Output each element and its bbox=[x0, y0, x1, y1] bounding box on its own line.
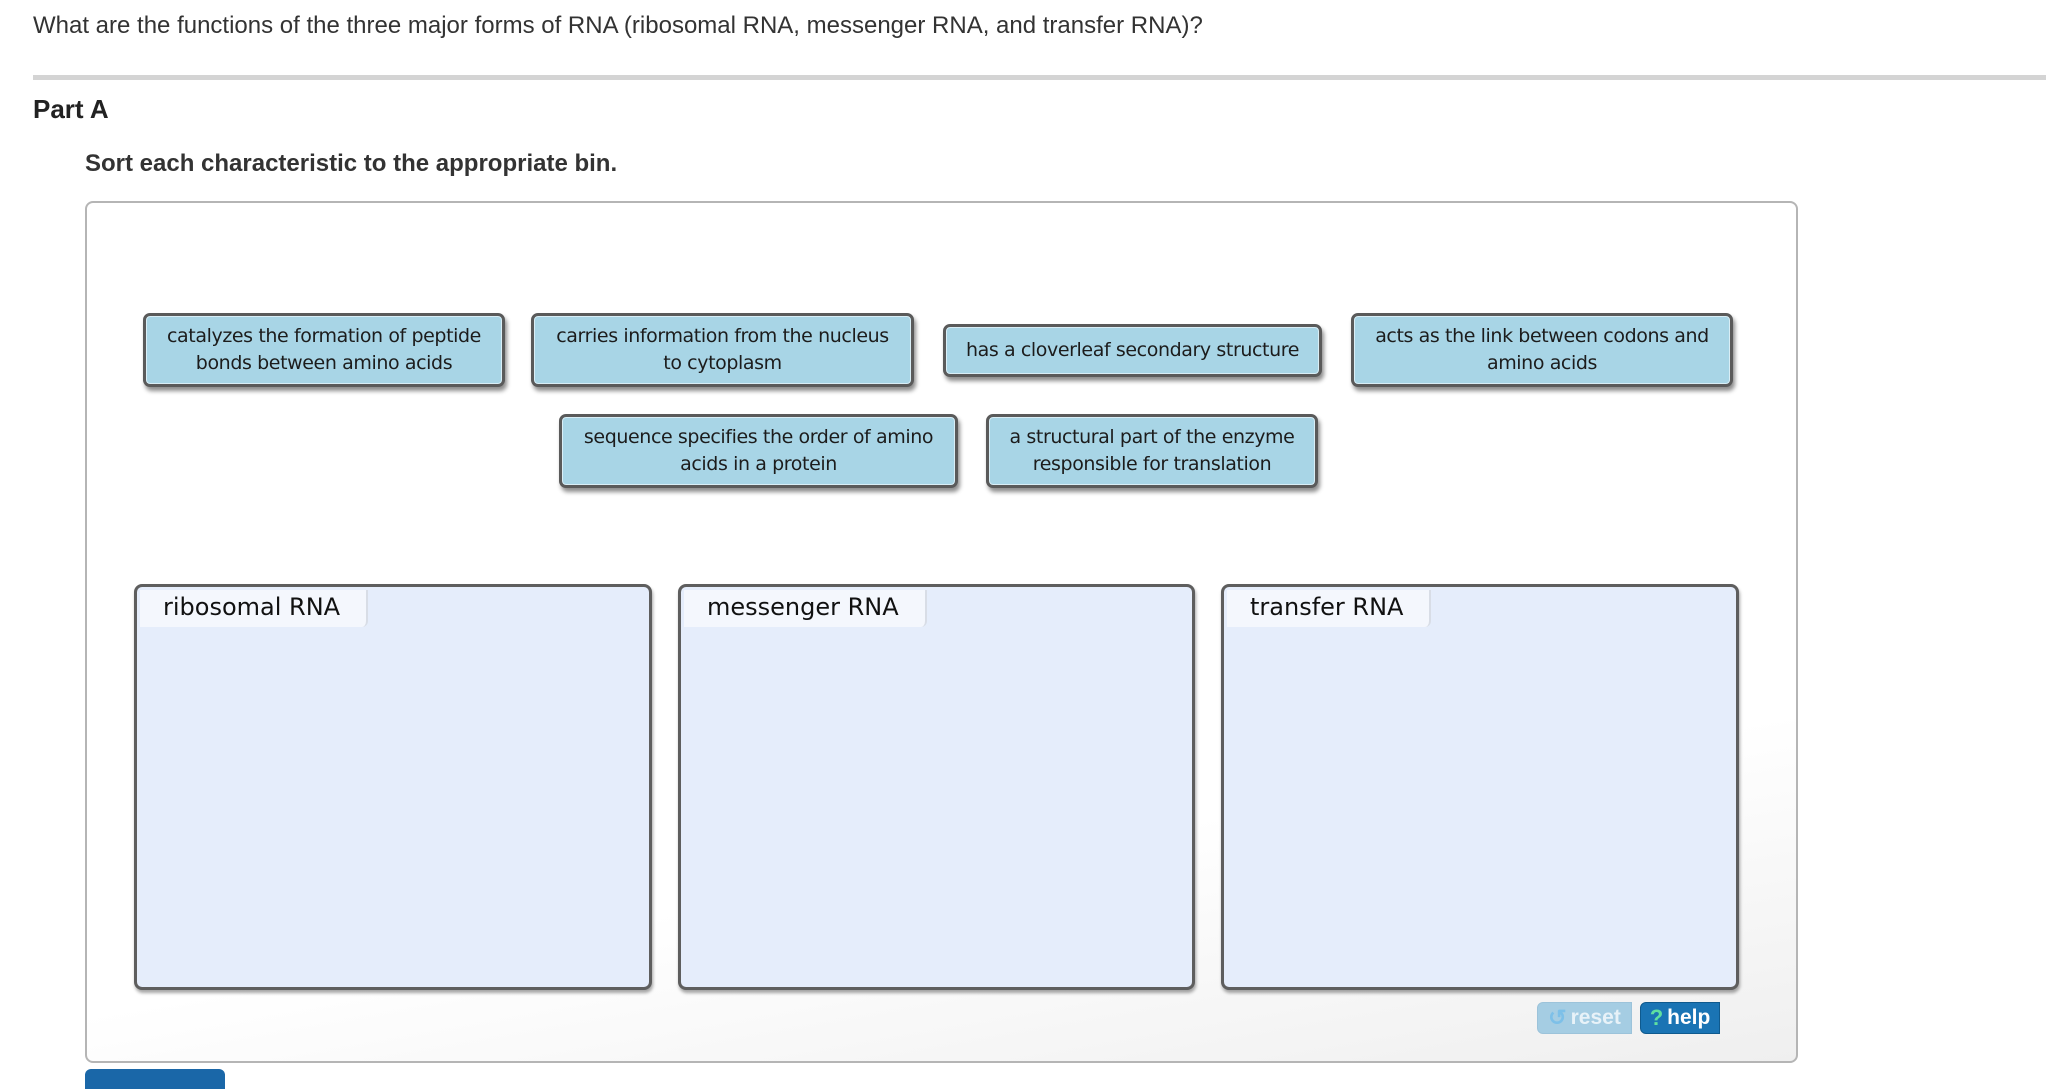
bin-label: ribosomal RNA bbox=[140, 590, 369, 627]
tile-text: acts as the link between codons and bbox=[1375, 325, 1709, 347]
help-icon: ? bbox=[1649, 1005, 1664, 1030]
draggable-tile[interactable]: has a cloverleaf secondary structure bbox=[943, 324, 1322, 377]
question-text: What are the functions of the three majo… bbox=[33, 12, 1203, 39]
bin-messenger-rna[interactable]: messenger RNA bbox=[678, 584, 1195, 990]
submit-button[interactable] bbox=[85, 1069, 225, 1089]
bin-label: messenger RNA bbox=[684, 590, 927, 627]
reset-button[interactable]: ↺ reset bbox=[1537, 1002, 1632, 1034]
tile-text: has a cloverleaf secondary structure bbox=[965, 339, 1300, 361]
reset-icon: ↺ bbox=[1548, 1005, 1567, 1030]
bin-ribosomal-rna[interactable]: ribosomal RNA bbox=[134, 584, 652, 990]
reset-label: reset bbox=[1570, 1006, 1621, 1029]
tile-text: to cytoplasm bbox=[663, 352, 782, 374]
tile-text: catalyzes the formation of peptide bbox=[167, 325, 481, 347]
tile-text: carries information from the nucleus bbox=[556, 325, 889, 347]
divider bbox=[33, 75, 2046, 80]
draggable-tile[interactable]: carries information from the nucleus to c… bbox=[531, 313, 914, 387]
draggable-tile[interactable]: sequence specifies the order of amino aci… bbox=[559, 414, 958, 488]
bin-label: transfer RNA bbox=[1227, 590, 1432, 627]
draggable-tile[interactable]: acts as the link between codons and amino… bbox=[1351, 313, 1733, 387]
draggable-tile[interactable]: a structural part of the enzyme responsib… bbox=[986, 414, 1318, 488]
help-label: help bbox=[1667, 1006, 1711, 1029]
draggable-tile[interactable]: catalyzes the formation of peptide bonds … bbox=[143, 313, 505, 387]
tile-text: amino acids bbox=[1486, 352, 1598, 374]
tile-text: responsible for translation bbox=[1032, 453, 1272, 475]
tile-text: a structural part of the enzyme bbox=[1009, 426, 1295, 448]
help-button[interactable]: ? help bbox=[1640, 1002, 1720, 1034]
part-title: Part A bbox=[33, 94, 109, 124]
tile-text: bonds between amino acids bbox=[195, 352, 453, 374]
tile-text: sequence specifies the order of amino bbox=[583, 426, 934, 448]
tile-text: acids in a protein bbox=[680, 453, 837, 475]
instruction-text: Sort each characteristic to the appropri… bbox=[85, 150, 618, 177]
bin-transfer-rna[interactable]: transfer RNA bbox=[1221, 584, 1739, 990]
